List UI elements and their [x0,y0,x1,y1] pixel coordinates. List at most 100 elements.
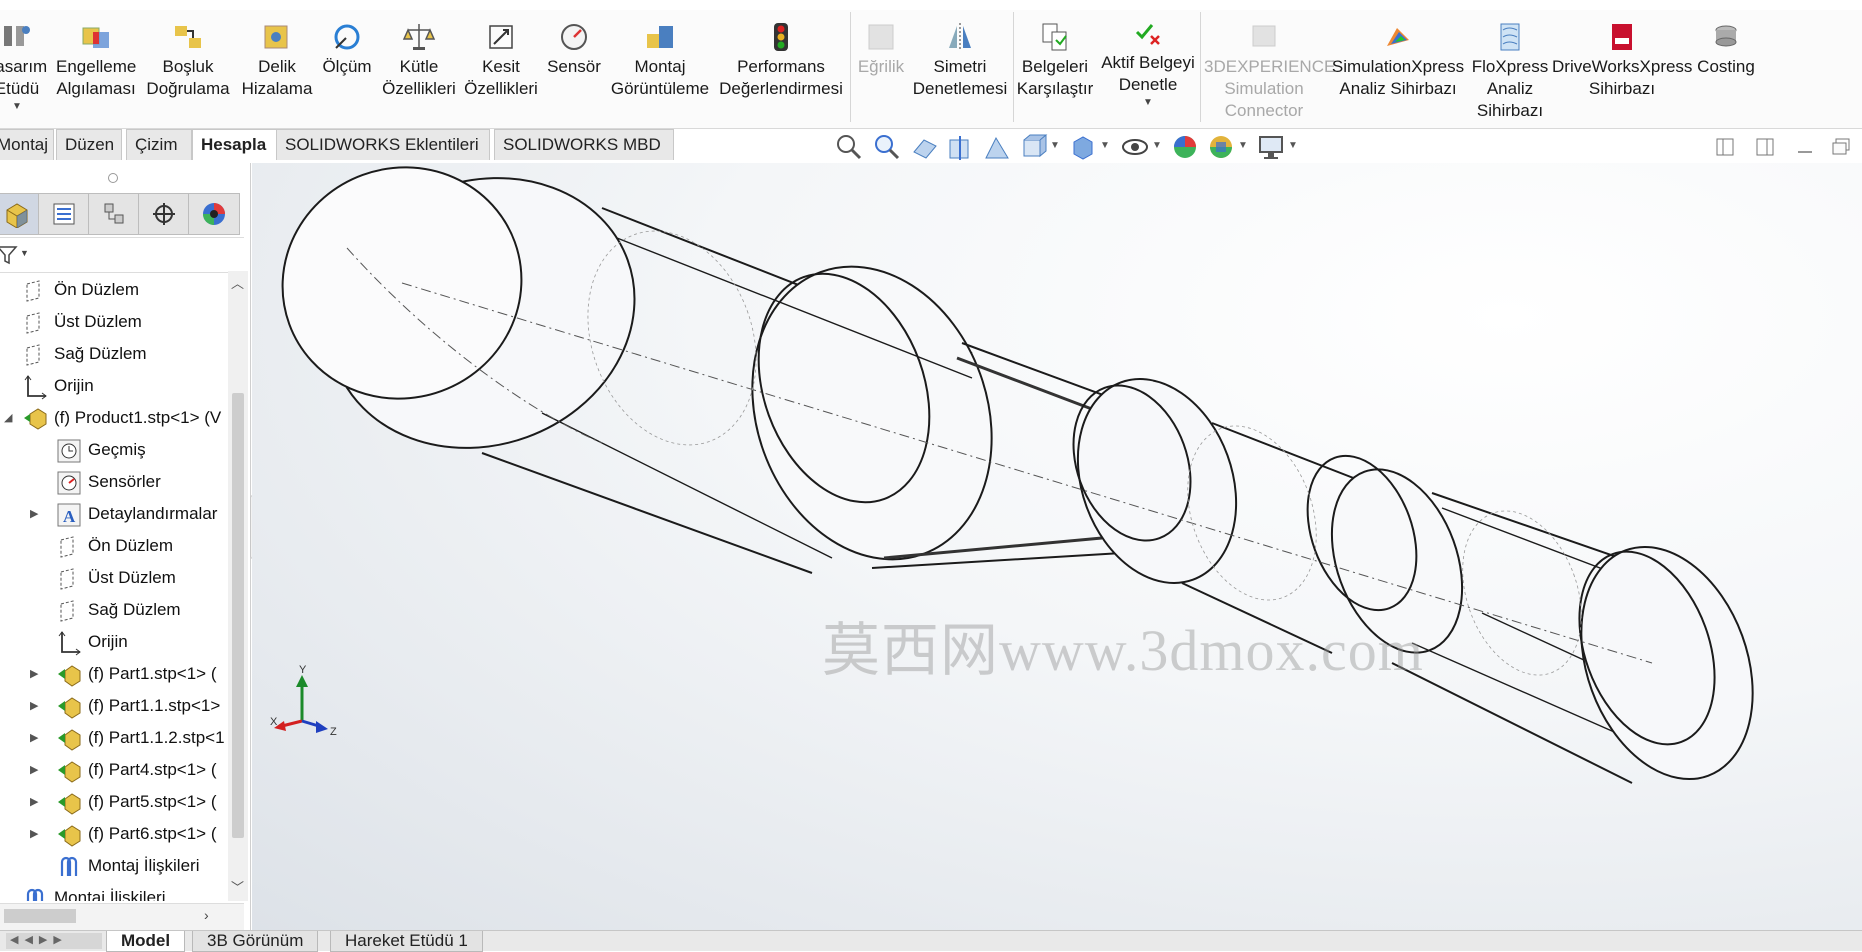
expand-arrow-icon[interactable]: ▶ [30,659,38,689]
tree-scrollbar-thumb[interactable] [232,393,244,838]
tab-layout[interactable]: Düzen [56,129,122,160]
tab-nav-arrows-icon[interactable]: ◀◀▶▶ [10,933,68,946]
display-style-icon[interactable] [1068,132,1098,162]
tree-item-part6[interactable]: ▶ (f) Part6.stp<1> ( [30,819,217,849]
chevron-down-icon[interactable]: ▼ [1100,140,1110,151]
chevron-down-icon[interactable]: ▼ [1050,140,1060,151]
tab-scroll-buttons[interactable]: ◀◀▶▶ [6,933,102,949]
tree-item-mates[interactable]: Montaj İlişkileri [22,883,165,901]
edit-appearance-icon[interactable] [1170,132,1200,162]
3dexperience-connector-button[interactable]: 3DEXPERIENCE Simulation Connector [1204,14,1335,122]
view-settings-icon[interactable] [1256,132,1286,162]
horizontal-scrollbar-thumb[interactable] [4,909,76,923]
chevron-down-icon[interactable]: ▼ [1288,140,1298,151]
check-doc-label: Aktif Belgeyi Denetle [1101,53,1195,94]
expand-arrow-icon[interactable]: ▶ [30,819,38,849]
tab-configuration-manager[interactable] [88,193,140,235]
horizontal-scrollbar[interactable]: › [0,903,244,930]
zoom-to-fit-icon[interactable] [834,132,864,162]
assembly-visualization-button[interactable]: Montaj Görüntüleme [608,14,712,100]
tab-evaluate[interactable]: Hesapla [192,129,282,160]
hide-show-items-icon[interactable] [1120,132,1150,162]
costing-button[interactable]: Costing [1696,14,1756,78]
mates-icon [60,856,78,876]
chevron-down-icon[interactable]: ▼ [1098,96,1198,110]
driveworksxpress-button[interactable]: DriveWorksXpress Sihirbazı [1552,14,1692,100]
expand-arrow-icon[interactable]: ▶ [30,499,38,529]
performance-evaluation-button[interactable]: Performans Değerlendirmesi [716,14,846,100]
tree-item-top-plane[interactable]: Üst Düzlem [22,307,142,337]
tab-3d-view[interactable]: 3B Görünüm [192,931,319,952]
dynamic-annotation-views-icon[interactable] [982,132,1012,162]
tree-item-sensors[interactable]: Sensörler [56,467,161,497]
scroll-up-arrow-icon[interactable]: ︿ [231,273,244,292]
restore-right-icon[interactable] [1754,136,1776,158]
floxpress-button[interactable]: FloXpress Analiz Sihirbazı [1470,14,1550,122]
view-orientation-icon[interactable] [1018,132,1048,162]
sensor-button[interactable]: Sensör [544,14,604,78]
minimize-icon[interactable] [1794,136,1816,158]
tab-assembly[interactable]: Montaj [0,129,54,160]
expand-arrow-icon[interactable]: ▶ [30,755,38,785]
restore-left-icon[interactable] [1714,136,1736,158]
expand-arrow-icon[interactable]: ▶ [30,787,38,817]
graphics-area[interactable]: 莫西网www.3dmox.com Y X Z [252,163,1862,930]
chevron-down-icon[interactable]: ▼ [1152,140,1162,151]
tree-item-annotations[interactable]: ▶ A Detaylandırmalar [30,499,217,529]
tab-model[interactable]: Model [106,931,186,952]
interference-detection-button[interactable]: Engelleme Algılaması [56,14,136,100]
filter-icon[interactable] [0,244,18,266]
tree-item-label: Ön Düzlem [88,536,174,555]
scroll-down-arrow-icon[interactable]: ﹀ [231,877,244,896]
apply-scene-icon[interactable] [1206,132,1236,162]
tree-item-part5[interactable]: ▶ (f) Part5.stp<1> ( [30,787,217,817]
tree-item-part1[interactable]: ▶ (f) Part1.stp<1> ( [30,659,217,689]
design-study-button[interactable]: Tasarım Etüdü ▼ [0,14,48,114]
tab-display-manager[interactable] [188,193,240,235]
tab-dimxpert-manager[interactable] [138,193,190,235]
tree-item-product1[interactable]: ◢ (f) Product1.stp<1> (V [4,403,221,433]
section-view-icon[interactable] [946,132,976,162]
tree-item-origin[interactable]: Orijin [56,627,128,657]
maximize-icon[interactable] [1830,136,1852,158]
mass-properties-button[interactable]: Kütle Özellikleri [380,14,458,100]
expand-arrow-icon[interactable]: ▶ [30,723,38,753]
check-active-document-button[interactable]: Aktif Belgeyi Denetle ▼ [1098,14,1198,110]
tab-property-manager[interactable] [38,193,90,235]
panel-grip-handle[interactable] [108,173,118,183]
tree-item-origin[interactable]: Orijin [22,371,94,401]
previous-view-icon[interactable] [910,132,940,162]
tree-item-front-plane[interactable]: Ön Düzlem [22,275,139,305]
tree-item-label: Montaj İlişkileri [54,888,166,901]
curvature-button[interactable]: Eğrilik [856,14,906,78]
chevron-down-icon[interactable]: ▼ [1238,140,1248,151]
tab-motion-study-1[interactable]: Hareket Etüdü 1 [330,931,483,952]
clearance-verification-button[interactable]: Boşluk Doğrulama [142,14,234,100]
scroll-right-arrow-icon[interactable]: › [204,907,209,923]
expand-arrow-icon[interactable]: ▶ [30,691,38,721]
tab-solidworks-mbd[interactable]: SOLIDWORKS MBD [494,129,674,160]
chevron-down-icon[interactable]: ▼ [0,100,48,114]
tree-item-part1-1-2[interactable]: ▶ (f) Part1.1.2.stp<1 [30,723,225,753]
tree-item-history[interactable]: Geçmiş [56,435,146,465]
compare-documents-button[interactable]: Belgeleri Karşılaştır [1016,14,1094,100]
tab-feature-manager[interactable] [0,193,40,235]
tab-solidworks-addins[interactable]: SOLIDWORKS Eklentileri [276,129,490,160]
tree-item-right-plane[interactable]: Sağ Düzlem [56,595,181,625]
simulationxpress-button[interactable]: SimulationXpress Analiz Sihirbazı [1330,14,1466,100]
symmetry-check-button[interactable]: Simetri Denetlemesi [910,14,1010,100]
chevron-down-icon[interactable]: ▼ [20,248,29,258]
expand-arrow-icon[interactable]: ◢ [4,403,12,433]
tree-item-right-plane[interactable]: Sağ Düzlem [22,339,147,369]
section-properties-button[interactable]: Kesit Özellikleri [462,14,540,100]
tree-item-mates[interactable]: Montaj İlişkileri [56,851,199,881]
zoom-to-area-icon[interactable] [872,132,902,162]
tab-sketch[interactable]: Çizim [126,129,192,160]
tree-item-top-plane[interactable]: Üst Düzlem [56,563,176,593]
tree-item-part4[interactable]: ▶ (f) Part4.stp<1> ( [30,755,217,785]
tree-item-part1-1[interactable]: ▶ (f) Part1.1.stp<1> [30,691,220,721]
tree-item-front-plane[interactable]: Ön Düzlem [56,531,173,561]
measure-button[interactable]: Ölçüm [318,14,376,78]
simxpress-icon [1387,28,1409,46]
hole-alignment-button[interactable]: Delik Hizalama [240,14,314,100]
